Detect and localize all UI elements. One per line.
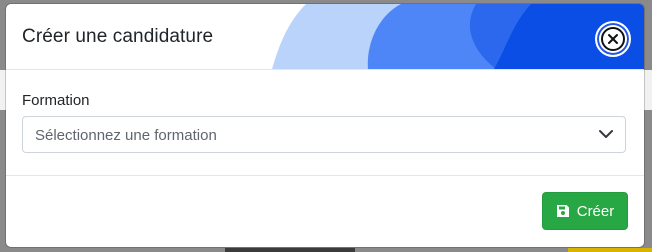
modal-title: Créer une candidature (22, 26, 214, 47)
modal-body: Formation Sélectionnez une formation (6, 70, 644, 176)
modal-footer: Créer (6, 176, 644, 247)
chevron-down-icon (599, 130, 613, 138)
create-button-label: Créer (576, 202, 615, 220)
create-button[interactable]: Créer (542, 192, 628, 230)
create-application-modal: Créer une candidature Formation Sélectio… (6, 4, 644, 247)
save-icon (556, 205, 569, 217)
close-icon (601, 27, 625, 51)
close-button[interactable] (595, 21, 631, 57)
formation-select-placeholder: Sélectionnez une formation (35, 127, 217, 144)
background-element (568, 248, 652, 252)
formation-select[interactable]: Sélectionnez une formation (22, 116, 626, 153)
background-element (225, 248, 355, 252)
formation-label: Formation (22, 92, 90, 109)
background-page-right (644, 70, 652, 110)
modal-header: Créer une candidature (6, 4, 644, 70)
